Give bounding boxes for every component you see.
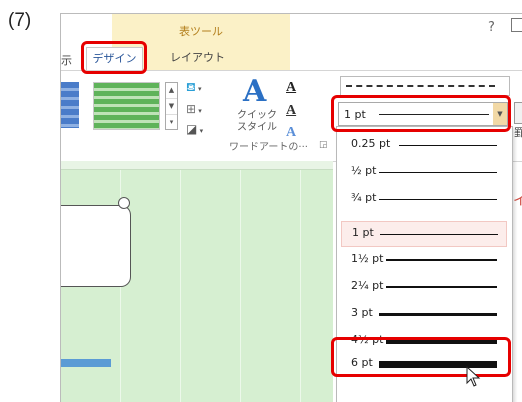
mouse-cursor-icon	[466, 366, 481, 387]
ruler	[61, 161, 333, 170]
pen-weight-option-label: 3 pt	[351, 306, 373, 319]
tab-layout[interactable]: レイアウト	[164, 47, 231, 69]
chevron-down-icon: ▾	[195, 85, 202, 93]
style-gallery-scroll[interactable]: ▲ ▼ ▾	[165, 82, 178, 130]
pen-weight-option[interactable]: ¾ pt	[341, 187, 505, 211]
effects-icon[interactable]: ◪ ▾	[186, 122, 203, 136]
pen-weight-option[interactable]: 0.25 pt	[341, 133, 505, 157]
pen-color-icon[interactable]	[514, 102, 522, 124]
pen-weight-option-preview	[379, 199, 497, 200]
pen-weight-option-label: ¾ pt	[351, 191, 377, 204]
chevron-down-icon: ▾	[197, 127, 204, 135]
chevron-down-icon: ▾	[196, 107, 202, 115]
pen-weight-option-preview	[379, 313, 497, 316]
pen-weight-option-preview	[380, 234, 498, 235]
table-border-blue	[61, 359, 111, 367]
step-number: (7)	[8, 10, 32, 31]
pen-weight-option-label: 1 pt	[352, 226, 374, 239]
help-icon[interactable]: ?	[488, 20, 495, 35]
pen-weight-option-label: ½ pt	[351, 164, 377, 177]
dialog-launcher-icon[interactable]: ◲	[319, 140, 328, 150]
table-tools-label: 表ツール	[179, 25, 223, 38]
quick-style-button[interactable]: クイック スタイル	[232, 110, 282, 134]
text-outline-icon[interactable]: A	[286, 103, 296, 119]
scroll-up-icon[interactable]: ▲	[166, 83, 177, 99]
pen-weight-option[interactable]: 1½ pt	[341, 248, 505, 272]
highlight-6pt	[331, 337, 511, 377]
pen-weight-option[interactable]: 2¼ pt	[341, 275, 505, 299]
pen-weight-option-label: 1½ pt	[351, 252, 384, 265]
scroll-down-icon[interactable]: ▼	[166, 99, 177, 115]
borders-icon[interactable]: ⊞ ▾	[186, 102, 202, 116]
highlight-design-tab	[81, 41, 147, 74]
pen-style-combo[interactable]	[340, 76, 510, 96]
pen-weight-option[interactable]: 1 pt	[341, 221, 507, 247]
pen-weight-option-preview	[385, 286, 497, 288]
pen-weight-option[interactable]: ½ pt	[341, 160, 505, 184]
wordart-group-label: ワードアートの···	[229, 142, 308, 153]
rotate-handle[interactable]	[118, 197, 130, 209]
table-style-swatch[interactable]	[61, 82, 79, 128]
clipped-text: イ	[513, 190, 522, 210]
highlight-pen-weight	[331, 95, 511, 132]
gallery-more-icon[interactable]: ▾	[166, 115, 177, 130]
quick-style-icon[interactable]: A	[243, 74, 266, 109]
shading-icon[interactable]: ⛾ ▾	[186, 80, 202, 96]
text-fill-icon[interactable]: A	[286, 80, 296, 96]
text-box[interactable]	[61, 205, 131, 287]
pen-weight-option[interactable]: 3 pt	[341, 302, 505, 326]
quick-style-label-1: クイック	[237, 110, 277, 121]
borders-label-clipped: 罫	[514, 124, 522, 140]
restore-icon[interactable]	[511, 18, 522, 32]
pen-weight-option-label: 2¼ pt	[351, 279, 384, 292]
pen-weight-option-preview	[379, 172, 497, 173]
word-window: 表ツール ? 示 デザイン レイアウト ▲ ▼ ▾ ⛾ ▾ ⊞ ▾ ◪ ▾ A …	[60, 13, 522, 402]
tab-view-clipped[interactable]: 示	[61, 52, 72, 68]
quick-style-label-2: スタイル	[237, 122, 277, 133]
table-style-swatch-selected[interactable]	[93, 82, 160, 130]
pen-weight-option-preview	[385, 259, 497, 261]
pen-weight-option-label: 0.25 pt	[351, 137, 391, 150]
pen-weight-option-preview	[398, 145, 497, 146]
